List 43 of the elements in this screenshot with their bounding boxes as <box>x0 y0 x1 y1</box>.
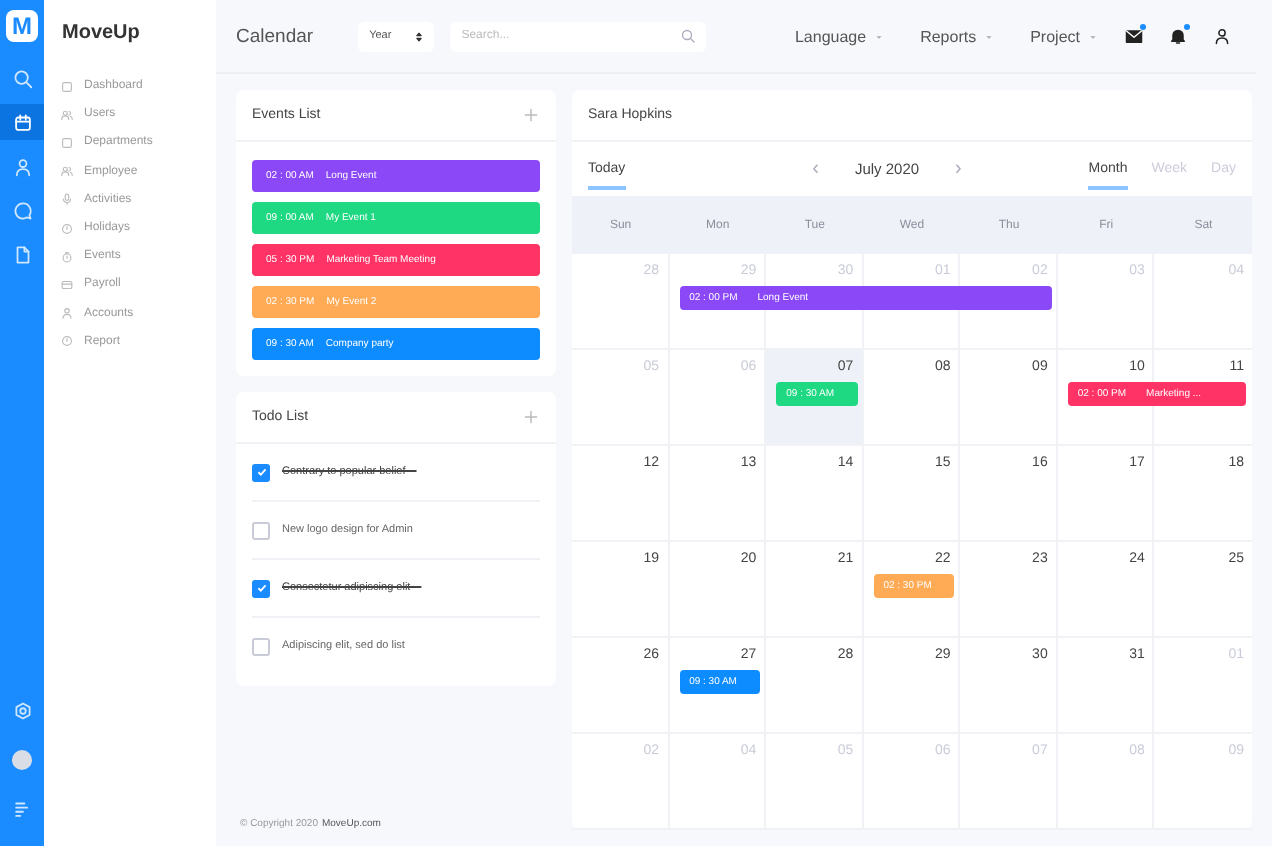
menu-dropdown[interactable]: Project <box>1030 27 1100 45</box>
chat-bubble-icon <box>11 199 33 221</box>
mail-button[interactable] <box>1124 26 1144 46</box>
brand-name: MoveUp <box>62 22 142 44</box>
microphone-icon <box>60 192 74 207</box>
stopwatch-icon <box>60 249 74 264</box>
plus-icon[interactable] <box>522 408 540 426</box>
menu-dropdown[interactable]: Reports <box>920 27 997 45</box>
bell-icon <box>1168 26 1188 46</box>
checkbox[interactable] <box>252 521 270 539</box>
next-month-button[interactable]: › <box>955 158 962 180</box>
card-icon <box>60 277 74 292</box>
square-icon <box>60 79 74 94</box>
checkbox[interactable] <box>252 579 270 597</box>
rail-button[interactable] <box>0 104 44 140</box>
users-icon <box>60 107 74 122</box>
search-icon <box>679 28 696 44</box>
user-button[interactable] <box>1212 26 1232 46</box>
prev-month-button[interactable]: ‹ <box>812 158 819 180</box>
checkbox[interactable] <box>252 463 270 481</box>
menu-icon[interactable] <box>11 798 33 820</box>
search-icon <box>11 67 33 89</box>
mail-icon <box>1124 26 1144 46</box>
checkbox[interactable] <box>252 637 270 655</box>
users-icon <box>60 164 74 179</box>
square-icon <box>60 135 74 150</box>
menu-dropdown[interactable]: Language <box>794 27 887 45</box>
circle-icon <box>60 221 74 236</box>
user-icon <box>60 306 74 321</box>
notification-dot <box>1140 24 1146 30</box>
calendar-icon <box>11 111 33 133</box>
settings-icon[interactable] <box>11 700 33 722</box>
bell-button[interactable] <box>1168 26 1188 46</box>
notification-dot <box>1184 24 1190 30</box>
sort-icon <box>411 29 426 43</box>
user-icon <box>11 155 33 177</box>
plus-icon[interactable] <box>522 106 540 124</box>
user-icon <box>1212 26 1232 46</box>
page-title: Calendar <box>236 25 314 47</box>
avatar[interactable] <box>12 750 32 770</box>
circle-icon <box>60 334 74 349</box>
logo[interactable]: M <box>6 10 38 42</box>
document-icon <box>11 243 33 265</box>
